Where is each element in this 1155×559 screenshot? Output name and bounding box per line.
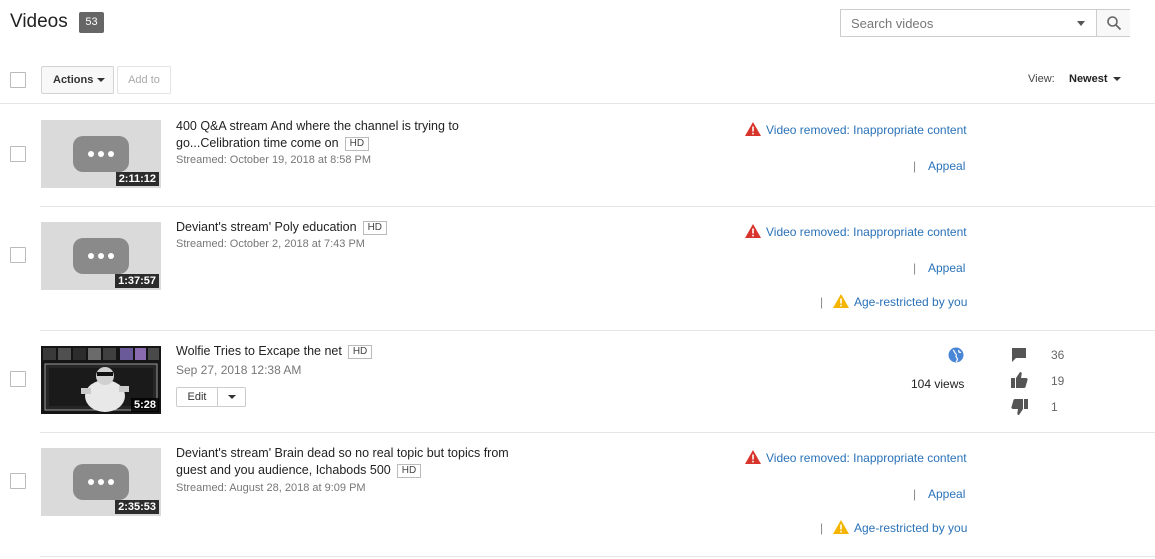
warning-icon — [745, 122, 761, 136]
chevron-down-icon — [97, 78, 105, 82]
removed-status-label: Video removed: Inappropriate content — [766, 225, 967, 239]
edit-dropdown-button[interactable] — [218, 388, 245, 406]
removed-status-label: Video removed: Inappropriate content — [766, 451, 967, 465]
video-row: 2:11:12 400 Q&A stream And where the cha… — [0, 105, 1155, 207]
comment-count: 36 — [1051, 348, 1065, 362]
video-checkbox[interactable] — [10, 371, 26, 387]
video-title-line: Wolfie Tries to Excape the net — [176, 344, 342, 358]
like-count: 19 — [1051, 374, 1065, 388]
video-duration: 1:37:57 — [115, 274, 159, 288]
video-date: Sep 27, 2018 12:38 AM — [176, 363, 302, 377]
video-duration: 5:28 — [130, 398, 159, 412]
actions-button[interactable]: Actions — [41, 66, 114, 94]
appeal-link[interactable]: Appeal — [928, 487, 965, 501]
video-title-line: guest and you audience, Ichabods 500 — [176, 463, 391, 477]
age-restricted-label: Age-restricted by you — [854, 521, 968, 535]
warning-icon — [745, 450, 761, 464]
thumbs-up-icon — [1011, 372, 1028, 388]
divider: | — [913, 487, 917, 501]
video-title-line: Deviant's stream' Brain dead so no real … — [176, 446, 509, 460]
video-checkbox[interactable] — [10, 146, 26, 162]
page-header: Videos 53 — [0, 0, 1155, 50]
placeholder-play-icon — [73, 136, 129, 172]
dislike-count: 1 — [1051, 400, 1058, 414]
video-title[interactable]: 400 Q&A stream And where the channel is … — [176, 118, 536, 152]
add-to-button[interactable]: Add to — [117, 66, 171, 94]
video-thumbnail[interactable]: 1:37:57 — [41, 222, 161, 290]
hd-badge: HD — [344, 137, 370, 151]
divider: | — [820, 295, 824, 309]
video-title[interactable]: Deviant's stream' Brain dead so no real … — [176, 445, 536, 479]
video-row: 5:28 Wolfie Tries to Excape the net HD Se… — [0, 331, 1155, 433]
removed-status[interactable]: Video removed: Inappropriate content — [745, 224, 967, 239]
appeal-link[interactable]: Appeal — [928, 261, 965, 275]
placeholder-play-icon — [73, 238, 129, 274]
placeholder-play-icon — [73, 464, 129, 500]
thumbs-down-icon — [1011, 399, 1028, 415]
actions-label: Actions — [53, 74, 94, 86]
removed-status[interactable]: Video removed: Inappropriate content — [745, 450, 967, 465]
age-restricted-status[interactable]: Age-restricted by you — [833, 520, 967, 535]
removed-status[interactable]: Video removed: Inappropriate content — [745, 122, 967, 137]
video-duration: 2:11:12 — [115, 172, 159, 186]
globe-icon[interactable] — [948, 347, 964, 363]
video-row: 1:37:57 Deviant's stream' Poly education… — [0, 207, 1155, 331]
view-sort-select[interactable]: Newest — [1069, 73, 1121, 85]
chevron-down-icon — [1112, 77, 1121, 82]
video-title-line: go...Celibration time come on — [176, 136, 339, 150]
video-title-line: Deviant's stream' Poly education — [176, 220, 357, 234]
hd-badge: HD — [396, 464, 422, 478]
video-date: Streamed: August 28, 2018 at 9:09 PM — [176, 482, 366, 494]
page-title: Videos — [10, 11, 68, 32]
search-button[interactable] — [1096, 10, 1130, 36]
row-divider — [40, 556, 1155, 557]
search-filter-dropdown[interactable] — [1077, 21, 1085, 26]
select-all-checkbox[interactable] — [10, 72, 26, 88]
divider: | — [913, 159, 917, 173]
video-title-line: 400 Q&A stream And where the channel is … — [176, 119, 459, 133]
search-input[interactable] — [841, 10, 1096, 36]
appeal-link[interactable]: Appeal — [928, 159, 965, 173]
video-checkbox[interactable] — [10, 473, 26, 489]
search-box — [840, 9, 1130, 37]
comment-icon — [1012, 348, 1026, 362]
video-duration: 2:35:53 — [115, 500, 159, 514]
warning-icon — [745, 224, 761, 238]
view-label: View: — [1028, 73, 1055, 85]
video-date: Streamed: October 2, 2018 at 7:43 PM — [176, 238, 365, 250]
divider: | — [913, 261, 917, 275]
divider: | — [820, 521, 824, 535]
video-thumbnail[interactable]: 2:11:12 — [41, 120, 161, 188]
view-count: 104 views — [911, 377, 965, 391]
hd-badge: HD — [362, 221, 388, 235]
video-title[interactable]: Wolfie Tries to Excape the net HD — [176, 343, 536, 360]
view-sort-value: Newest — [1069, 73, 1108, 85]
video-title[interactable]: Deviant's stream' Poly education HD — [176, 219, 536, 236]
edit-button[interactable]: Edit — [177, 388, 218, 406]
toolbar: Actions Add to View: Newest — [0, 60, 1155, 104]
search-icon — [1106, 16, 1121, 31]
chevron-down-icon — [228, 395, 236, 399]
edit-button-group: Edit — [176, 387, 246, 407]
removed-status-label: Video removed: Inappropriate content — [766, 123, 967, 137]
hd-badge: HD — [347, 345, 373, 359]
video-checkbox[interactable] — [10, 247, 26, 263]
video-date: Streamed: October 19, 2018 at 8:58 PM — [176, 154, 372, 166]
video-thumbnail[interactable]: 5:28 — [41, 346, 161, 414]
video-row: 2:35:53 Deviant's stream' Brain dead so … — [0, 433, 1155, 557]
age-restricted-label: Age-restricted by you — [854, 295, 968, 309]
video-thumbnail[interactable]: 2:35:53 — [41, 448, 161, 516]
age-restricted-icon — [833, 520, 849, 534]
video-count-badge: 53 — [79, 12, 104, 33]
age-restricted-icon — [833, 294, 849, 308]
age-restricted-status[interactable]: Age-restricted by you — [833, 294, 967, 309]
